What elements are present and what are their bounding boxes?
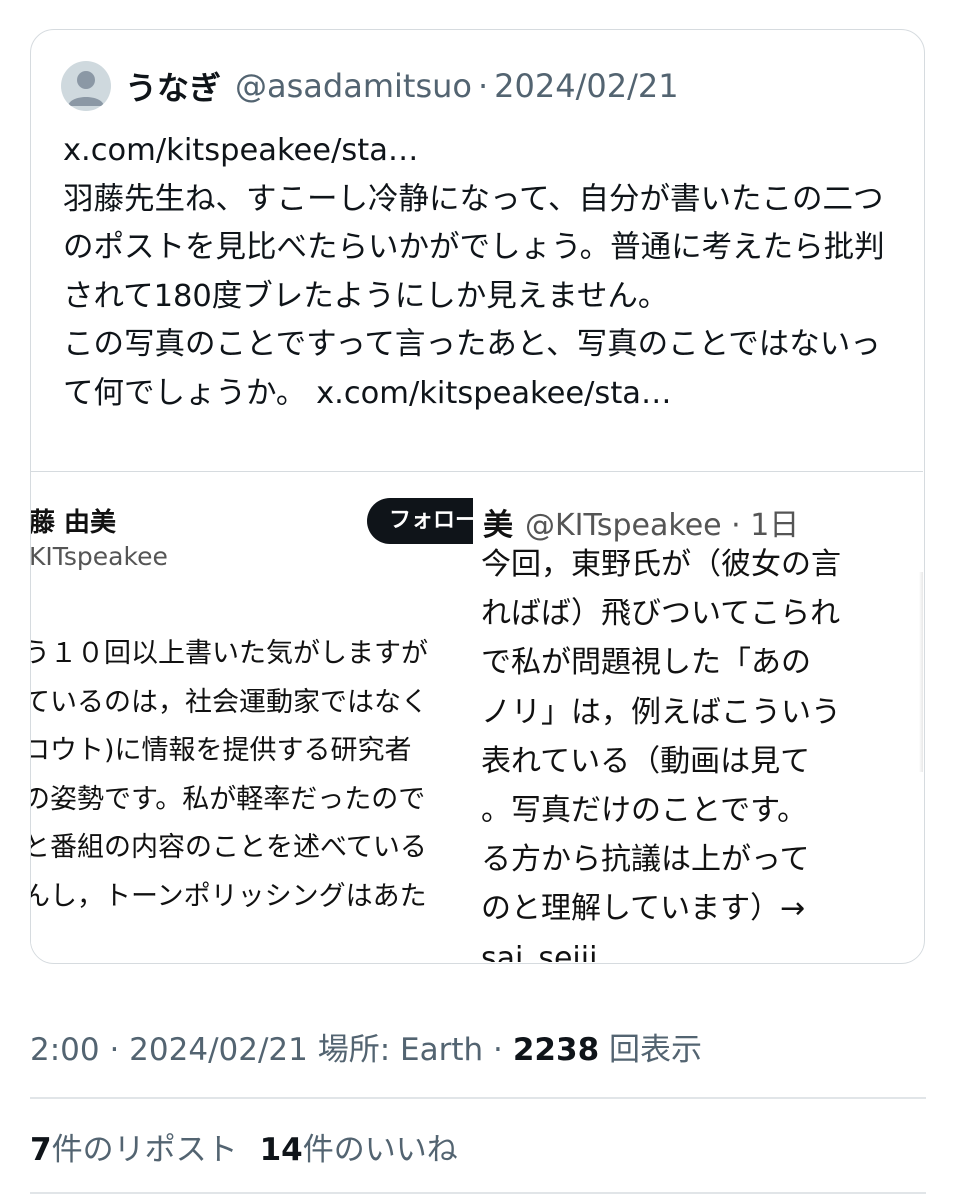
divider (30, 1192, 926, 1194)
screenshot-right-handle: @KITspeakee · 1日 (525, 508, 800, 543)
post-meta: 2:00 · 2024/02/21 場所: Earth · 2238 回表示 (30, 1024, 702, 1069)
screenshot-text-line: ているのは，社会運動家ではなく (31, 686, 428, 718)
quoted-author-handle[interactable]: @asadamitsuo (235, 67, 472, 105)
screenshot-text-line: の姿勢です。私が軽率だったので (31, 783, 426, 815)
screenshot-text-line: 今回，東野氏が（彼女の言 (481, 547, 841, 582)
default-avatar-icon[interactable] (61, 61, 111, 111)
post-timestamp[interactable]: 2:00 · 2024/02/21 (30, 1032, 308, 1068)
post-location: 場所: Earth · (317, 1032, 503, 1068)
screenshot-right-header: 美 @KITspeakee · 1日 (483, 500, 799, 544)
screenshot-right: 美 @KITspeakee · 1日 今回，東野氏が（彼女の言 ればば）飛びついて… (475, 472, 923, 962)
attached-image[interactable]: 藤 由美 KITspeakee フォロー う１０回以上書いた気がしますが ている… (31, 471, 923, 962)
screenshot-follow-button: フォロー (367, 498, 473, 544)
screenshot-text-line: と番組の内容のことを述べている (31, 832, 427, 863)
views-label: 回表示 (609, 1032, 702, 1068)
reposts-count: 7 (30, 1132, 52, 1168)
screenshot-author-handle: KITspeakee (31, 542, 168, 571)
quoted-post-header: うなぎ @asadamitsuo · 2024/02/21 (61, 60, 679, 112)
screenshot-text-line: のと理解しています）→ (481, 891, 806, 927)
screenshot-left: 藤 由美 KITspeakee フォロー う１０回以上書いた気がしますが ている… (31, 472, 473, 962)
screenshot-left-text: う１０回以上書いた気がしますが ているのは，社会運動家ではなく ロウト)に情報を… (31, 630, 428, 921)
likes-label: 件のいいね (302, 1132, 458, 1168)
screenshot-text-line: ノリ」は，例えばこういう (481, 694, 841, 730)
reposts-link[interactable]: 7件のリポスト (30, 1132, 238, 1168)
views-count: 2238 (512, 1032, 600, 1068)
likes-count: 14 (259, 1132, 303, 1168)
quoted-post-card[interactable]: うなぎ @asadamitsuo · 2024/02/21 x.com/kits… (30, 29, 925, 964)
screenshot-text-line: 。写真だけのことです。 (481, 792, 808, 828)
image-edge (919, 572, 923, 772)
separator-dot: · (477, 67, 489, 105)
quoted-author-name[interactable]: うなぎ (125, 63, 221, 109)
screenshot-author-name: 藤 由美 (31, 508, 117, 538)
screenshot-text-line: で私が問題視した「あの (481, 645, 811, 681)
screenshot-text-line: ロウト)に情報を提供する研究者 (31, 735, 412, 766)
screenshot-text-line: んし，トーンポリッシングはあた (31, 880, 427, 912)
screenshot-text-line: る方から抗議は上がって (481, 842, 810, 878)
quoted-post-text: x.com/kitspeakee/sta… 羽藤先生ね、すこーし冷静になって、自… (63, 133, 885, 411)
screenshot-text-line: sai_seiji (481, 940, 598, 963)
screenshot-text-line: ればば）飛びついてこられ (481, 596, 841, 632)
quoted-post-date[interactable]: 2024/02/21 (494, 67, 678, 105)
screenshot-text-line: う１０回以上書いた気がしますが (31, 638, 428, 669)
engagement-stats: 7件のリポスト 14件のいいね (30, 1124, 458, 1169)
screenshot-text-line: 表れている（動画は見て (481, 743, 811, 779)
reposts-label: 件のリポスト (51, 1132, 238, 1168)
screenshot-right-text: 今回，東野氏が（彼女の言 ればば）飛びついてこられ で私が問題視した「あの ノリ… (481, 540, 841, 962)
likes-link[interactable]: 14件のいいね (260, 1132, 458, 1168)
divider (30, 1097, 926, 1099)
screenshot-right-author: 美 (483, 508, 513, 543)
